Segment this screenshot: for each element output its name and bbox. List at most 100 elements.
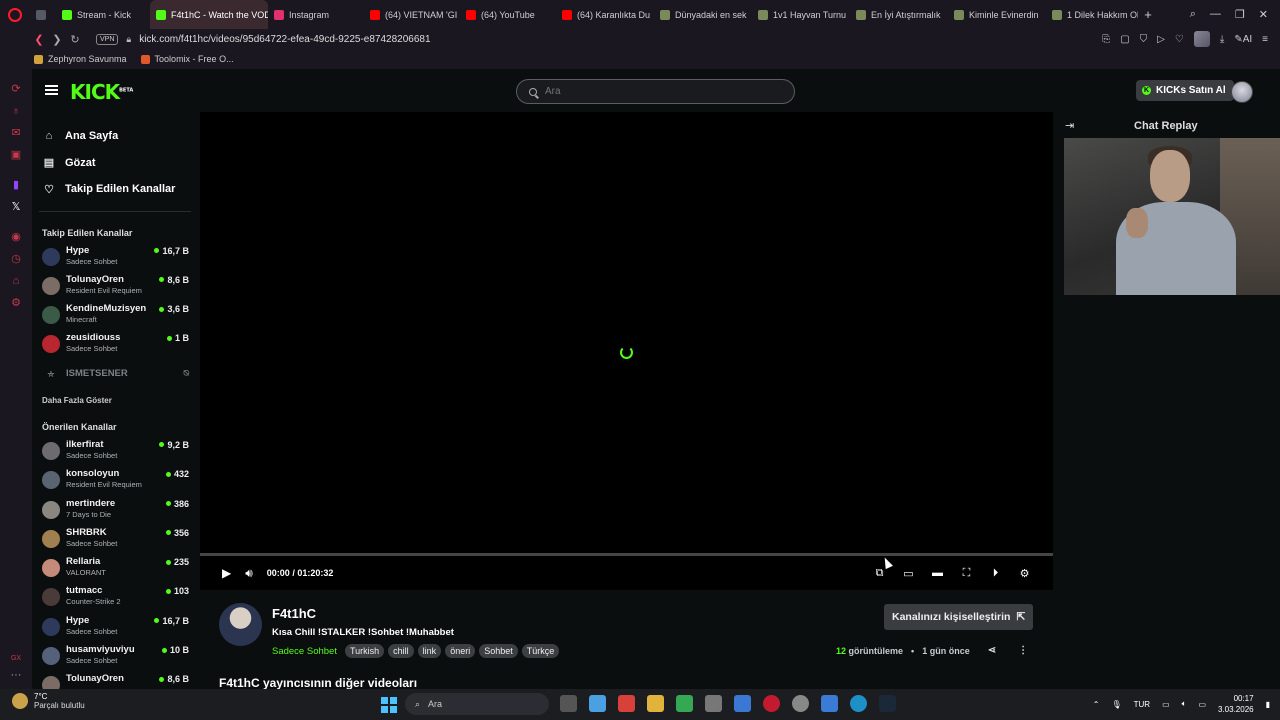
menu-icon[interactable]: ≡ — [1262, 34, 1268, 45]
channel-item[interactable]: KendineMuzisyen Minecraft 3,6 B — [32, 300, 198, 329]
back-icon[interactable]: ❮ — [30, 33, 48, 46]
twitch-icon[interactable]: ▮ — [10, 179, 22, 191]
heart-icon[interactable]: ♡ — [1175, 34, 1184, 45]
play-icon[interactable]: ▶ — [222, 566, 231, 580]
battery-icon[interactable]: ▭ — [1198, 700, 1206, 709]
category-link[interactable]: Sadece Sohbet — [272, 646, 337, 657]
pinboard-icon[interactable]: ⌂ — [10, 275, 22, 287]
history-icon[interactable]: ⟳ — [10, 83, 22, 95]
browser-tab[interactable]: 1v1 Hayvan Turnu — [752, 0, 850, 29]
fullscreen-icon[interactable]: ⛶ — [960, 567, 973, 580]
opera-logo-icon[interactable] — [0, 0, 30, 29]
start-windows-icon[interactable] — [381, 697, 397, 713]
browser-tab[interactable]: (64) VIETNAM 'GI — [364, 0, 460, 29]
tab-islands-icon[interactable]: ▢ — [1120, 34, 1129, 45]
tag[interactable]: link — [417, 644, 442, 658]
channel-item[interactable]: ilkerfirat Sadece Sohbet 9,2 B — [32, 436, 198, 465]
bookmark-zephyron[interactable]: Zephyron Savunma — [34, 54, 127, 64]
language-indicator[interactable]: TUR — [1134, 700, 1150, 709]
channel-offline[interactable]: ⛤ ISMETSENER ⍉ — [32, 359, 198, 388]
app-icon[interactable] — [618, 695, 635, 712]
browser-tab[interactable]: F4t1hC - Watch the VOD — [150, 0, 268, 29]
more-options-icon[interactable]: ⋮ — [1018, 645, 1028, 656]
notifications-icon[interactable]: ▮ — [1266, 700, 1270, 709]
channel-item[interactable]: tutmacc Counter-Strike 2 103 — [32, 582, 198, 611]
opera-gx-icon[interactable] — [763, 695, 780, 712]
browser-tab[interactable]: Stream - Kick — [56, 0, 150, 29]
share-icon[interactable]: ⋖ — [988, 645, 996, 656]
nav-home[interactable]: ⌂ Ana Sayfa — [32, 123, 198, 150]
edge-icon[interactable] — [850, 695, 867, 712]
vpn-badge[interactable]: VPN — [96, 33, 119, 45]
steam-icon[interactable] — [879, 695, 896, 712]
tag[interactable]: Turkish — [344, 644, 385, 658]
file-explorer-icon[interactable] — [647, 695, 664, 712]
clock[interactable]: 00:17 3.03.2026 — [1218, 693, 1254, 715]
close-window-icon[interactable]: ✕ — [1259, 8, 1268, 21]
task-view-icon[interactable] — [560, 695, 577, 712]
mail-icon[interactable] — [734, 695, 751, 712]
maximize-icon[interactable]: ❐ — [1235, 8, 1245, 21]
channel-item[interactable]: TolunayOren 8,6 B — [32, 670, 198, 689]
messenger-icon[interactable]: ✉ — [10, 127, 22, 139]
clock-icon[interactable]: ◷ — [10, 253, 22, 265]
user-avatar[interactable] — [1231, 81, 1253, 103]
browser-tab[interactable]: Instagram — [268, 0, 364, 29]
search-bar[interactable] — [516, 79, 795, 104]
channel-item[interactable]: Rellaria VALORANT 235 — [32, 553, 198, 582]
collapse-chat-icon[interactable]: ⇥ — [1065, 119, 1074, 132]
x-icon[interactable]: 𝕏 — [10, 201, 22, 213]
channel-item[interactable]: husamviyuviyu Sadece Sohbet 10 B — [32, 641, 198, 670]
browser-tab[interactable]: (64) Karanlıkta Du — [556, 0, 654, 29]
more-icon[interactable]: ··· — [10, 669, 22, 681]
kick-logo[interactable]: KICKBETA — [70, 80, 133, 104]
personalize-channel-button[interactable]: Kanalınızı kişiselleştirin ⇱ — [884, 604, 1034, 630]
browser-tab[interactable]: En İyi Atıştırmalık — [850, 0, 948, 29]
app-icon[interactable] — [792, 695, 809, 712]
player-icon[interactable]: ◉ — [10, 231, 22, 243]
chrome-icon[interactable] — [676, 695, 693, 712]
show-more-link[interactable]: Daha Fazla Göster — [32, 396, 198, 405]
url-field[interactable]: kick.com/f4t1hc/videos/95d64722-efea-49c… — [139, 34, 430, 45]
channel-item[interactable]: TolunayOren Resident Evil Requiem 8,6 B — [32, 271, 198, 300]
taskbar-search[interactable]: ⌕ Ara — [405, 693, 549, 715]
playback-speed-icon[interactable]: ⏵ — [989, 567, 1002, 580]
theater-mode-icon[interactable]: ▬ — [931, 567, 944, 580]
play-icon[interactable]: ▷ — [1157, 34, 1165, 45]
store-icon[interactable] — [705, 695, 722, 712]
channel-avatar[interactable] — [219, 603, 262, 646]
channel-item[interactable]: mertindere 7 Days to Die 386 — [32, 495, 198, 524]
download-icon[interactable]: ⤓ — [1220, 34, 1224, 45]
tag[interactable]: Sohbet — [479, 644, 518, 658]
channel-item[interactable]: Hype Sadece Sohbet 16,7 B — [32, 612, 198, 641]
channel-item[interactable]: konsoloyun Resident Evil Requiem 432 — [32, 465, 198, 494]
copilot-icon[interactable] — [589, 695, 606, 712]
bookmark-toolomix[interactable]: Toolomix - Free O... — [140, 54, 234, 64]
volume-icon[interactable]: 🔊︎ — [245, 566, 253, 581]
hamburger-menu-icon[interactable] — [45, 85, 58, 95]
channel-item[interactable]: zeusidiouss Sadece Sohbet 1 B — [32, 329, 198, 358]
browser-tab[interactable]: Dünyadaki en sek — [654, 0, 752, 29]
browser-tab[interactable] — [30, 0, 56, 29]
forward-icon[interactable]: ❯ — [48, 33, 66, 46]
video-player[interactable]: ▶ 🔊︎ 00:00 / 01:20:32 ⧉ ▭ ▬ ⛶ ⏵ ⚙ — [200, 112, 1053, 590]
tag[interactable]: Türkçe — [521, 644, 560, 658]
tag[interactable]: chill — [388, 644, 414, 658]
browser-tab[interactable]: 1 Dilek Hakkım Ols — [1046, 0, 1138, 29]
channel-item[interactable]: SHRBRK Sadece Sohbet 356 — [32, 524, 198, 553]
wallet-icon[interactable]: ♁ — [10, 105, 22, 117]
search-tabs-icon[interactable]: ⌕ — [1190, 8, 1196, 21]
browser-tab[interactable]: Kiminle Evinerdin — [948, 0, 1046, 29]
minimize-icon[interactable]: — — [1210, 8, 1221, 21]
reload-icon[interactable]: ↻ — [66, 33, 84, 46]
nav-browse[interactable]: ▤ Gözat — [32, 150, 198, 177]
picture-in-picture-icon[interactable]: ▭ — [902, 567, 915, 580]
shield-icon[interactable]: ⛉ — [1140, 34, 1148, 45]
settings-icon[interactable]: ⚙ — [10, 297, 22, 309]
clip-icon[interactable]: ⧉ — [873, 567, 886, 580]
music-icon[interactable]: ▣ — [10, 149, 22, 161]
profile-avatar[interactable] — [1193, 31, 1210, 47]
new-tab-plus-icon[interactable]: + — [1138, 7, 1158, 22]
browser-tab[interactable]: (64) YouTube — [460, 0, 556, 29]
display-icon[interactable]: ▭ — [1162, 700, 1170, 709]
